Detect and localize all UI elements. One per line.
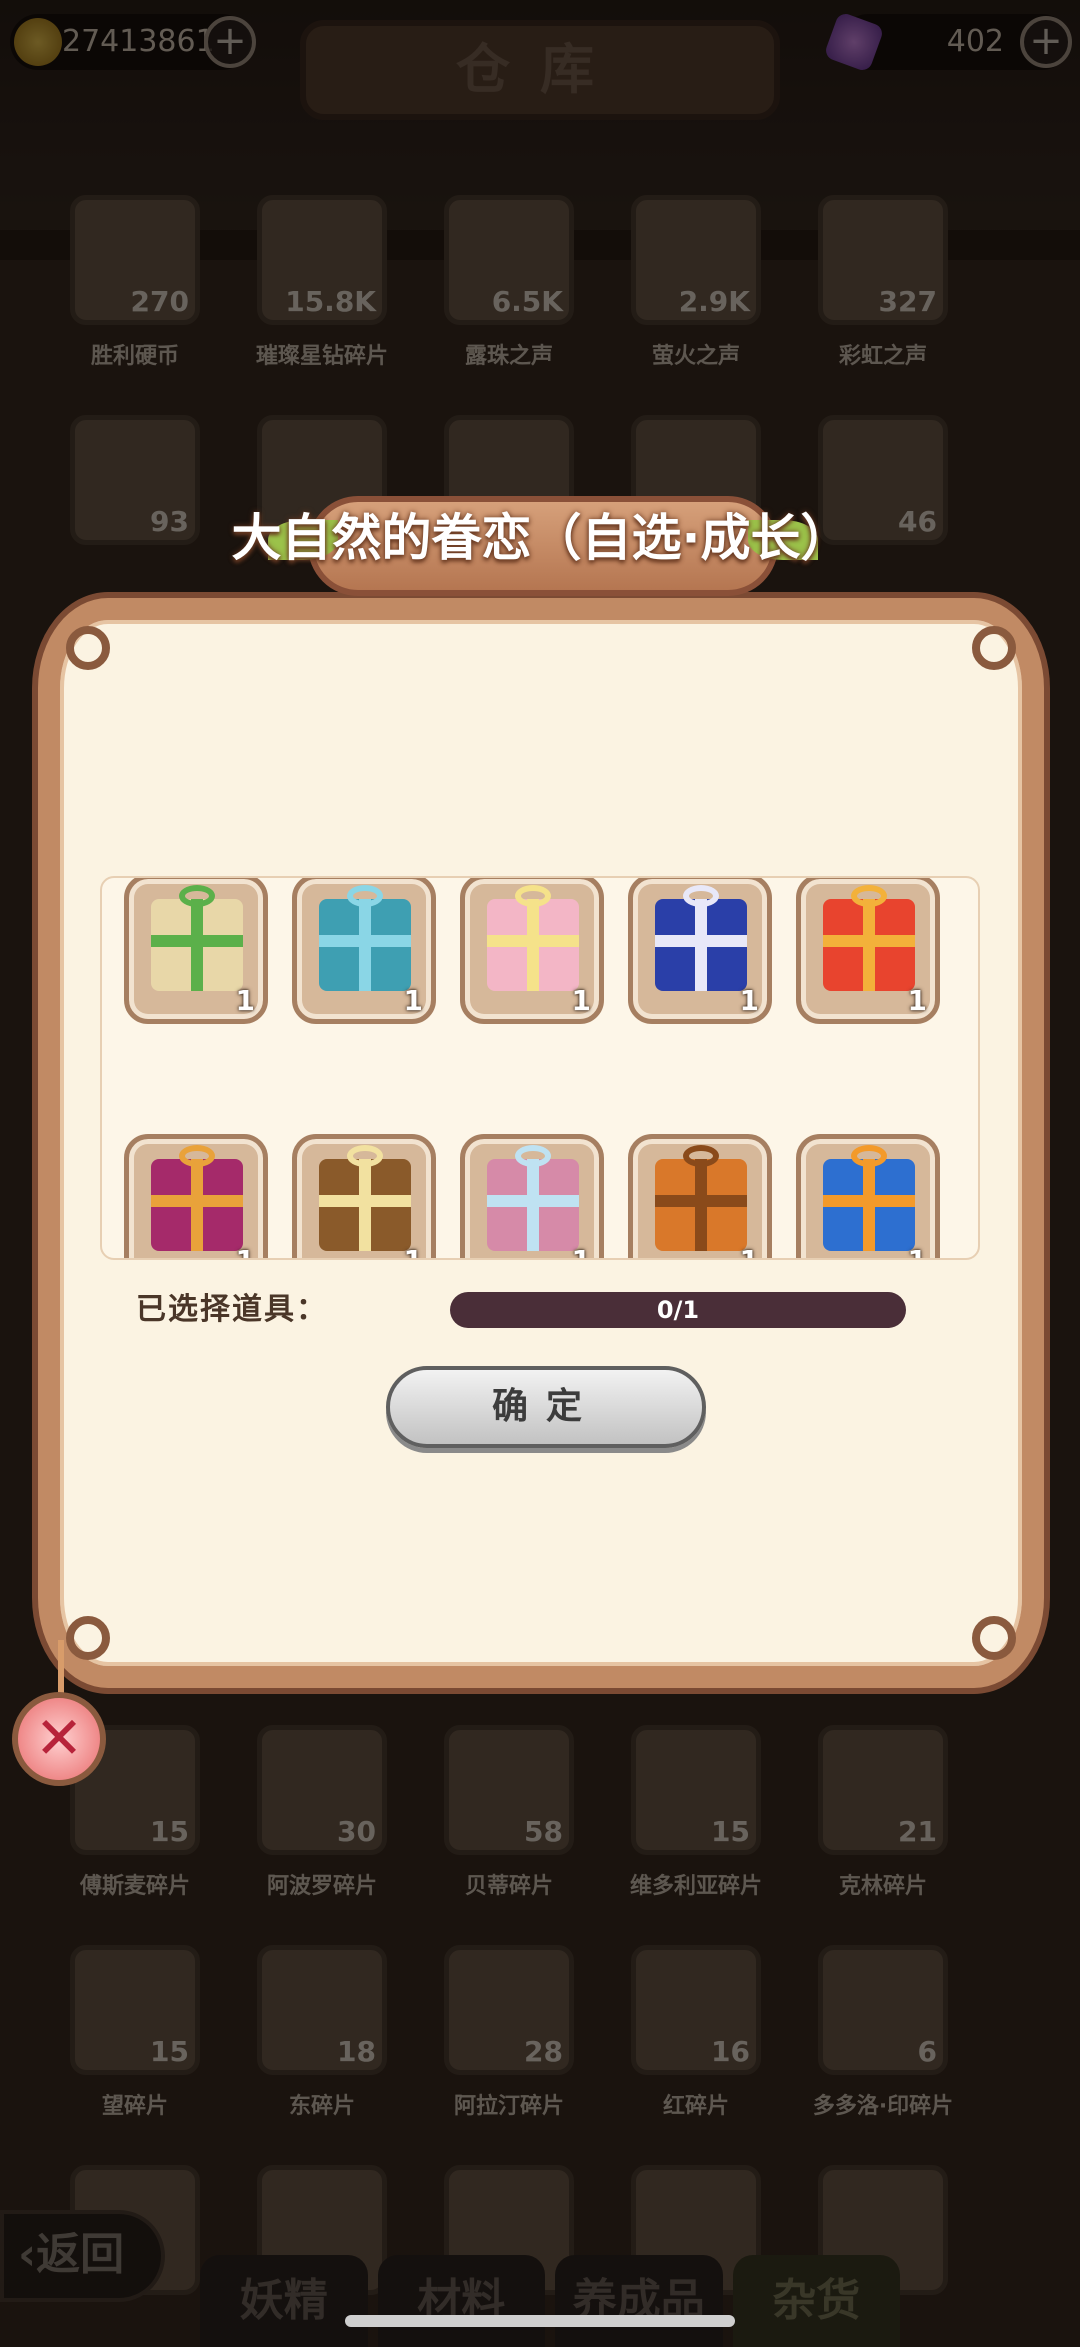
selection-status: 已选择道具： 0/1 bbox=[136, 1288, 936, 1332]
gift-lilac-icon bbox=[487, 1145, 579, 1251]
gift-ribbon bbox=[487, 935, 579, 947]
gift-count: 1 bbox=[739, 984, 759, 1017]
gift-ribbon bbox=[151, 1195, 243, 1207]
gift-count: 1 bbox=[907, 984, 927, 1017]
confirm-button[interactable]: 确定 bbox=[386, 1366, 706, 1448]
gift-option-tile[interactable]: 1 bbox=[460, 878, 604, 1024]
gift-option-tile[interactable]: 1 bbox=[796, 878, 940, 1024]
gift-ribbon bbox=[655, 1195, 747, 1207]
corner-ornament bbox=[972, 1616, 1016, 1660]
gift-ribbon bbox=[319, 1195, 411, 1207]
gift-option-tile[interactable]: 1 bbox=[292, 1134, 436, 1258]
gift-green-icon bbox=[151, 885, 243, 991]
gift-magenta-icon bbox=[151, 1145, 243, 1251]
gift-ribbon bbox=[655, 935, 747, 947]
gift-bow bbox=[851, 1145, 887, 1167]
close-button-rope bbox=[58, 1640, 64, 1696]
gift-count: 1 bbox=[403, 984, 423, 1017]
gift-ribbon bbox=[823, 1195, 915, 1207]
gift-count: 1 bbox=[572, 1244, 591, 1258]
selected-items-label: 已选择道具： bbox=[136, 1292, 328, 1327]
close-button[interactable]: ✕ bbox=[12, 1692, 106, 1786]
gift-blue-star-icon bbox=[655, 885, 747, 991]
gift-count: 1 bbox=[236, 1244, 255, 1258]
gift-bow bbox=[347, 885, 383, 907]
gift-count: 1 bbox=[908, 1244, 927, 1258]
gift-option-tile[interactable]: 1 bbox=[124, 1134, 268, 1258]
gift-ribbon bbox=[319, 935, 411, 947]
gift-option-tile[interactable]: 1 bbox=[628, 1134, 772, 1258]
gift-count: 1 bbox=[235, 984, 255, 1017]
gift-count: 1 bbox=[740, 1244, 759, 1258]
gift-option-tile[interactable]: 1 bbox=[628, 878, 772, 1024]
gift-blue-orange-icon bbox=[823, 1145, 915, 1251]
home-indicator[interactable] bbox=[345, 2315, 735, 2327]
gift-orange-icon bbox=[655, 1145, 747, 1251]
gift-count: 1 bbox=[404, 1244, 423, 1258]
gift-bow bbox=[179, 885, 215, 907]
item-select-dialog: 大自然的眷恋（自选·成长） 1 1 1 1 1 1 1 1 1 1 已选择道具： 0/1 确定 bbox=[38, 496, 1044, 1724]
gift-bow bbox=[179, 1145, 215, 1167]
gift-option-tile[interactable]: 1 bbox=[124, 878, 268, 1024]
gift-pink-icon bbox=[487, 885, 579, 991]
gift-bow bbox=[347, 1145, 383, 1167]
gift-teal-icon bbox=[319, 885, 411, 991]
gift-brown-gold-icon bbox=[319, 1145, 411, 1251]
gift-ribbon bbox=[823, 935, 915, 947]
corner-ornament bbox=[66, 626, 110, 670]
gift-count: 1 bbox=[571, 984, 591, 1017]
items-scroll-list[interactable]: 1 1 1 1 1 1 1 1 1 1 bbox=[100, 876, 980, 1260]
gift-bow bbox=[851, 885, 887, 907]
gift-bow bbox=[683, 1145, 719, 1167]
gift-option-tile[interactable]: 1 bbox=[460, 1134, 604, 1258]
gift-ribbon bbox=[487, 1195, 579, 1207]
gift-bow bbox=[683, 885, 719, 907]
gift-option-tile[interactable]: 1 bbox=[292, 878, 436, 1024]
corner-ornament bbox=[972, 626, 1016, 670]
selection-count: 0/1 bbox=[656, 1296, 700, 1324]
dialog-title: 大自然的眷恋（自选·成长） bbox=[231, 509, 851, 567]
gift-ribbon bbox=[151, 935, 243, 947]
corner-ornament bbox=[66, 1616, 110, 1660]
gift-red-icon bbox=[823, 885, 915, 991]
gift-option-tile[interactable]: 1 bbox=[796, 1134, 940, 1258]
gift-bow bbox=[515, 885, 551, 907]
close-icon: ✕ bbox=[34, 1704, 84, 1772]
selection-progress-bar: 0/1 bbox=[450, 1292, 906, 1328]
gift-bow bbox=[515, 1145, 551, 1167]
